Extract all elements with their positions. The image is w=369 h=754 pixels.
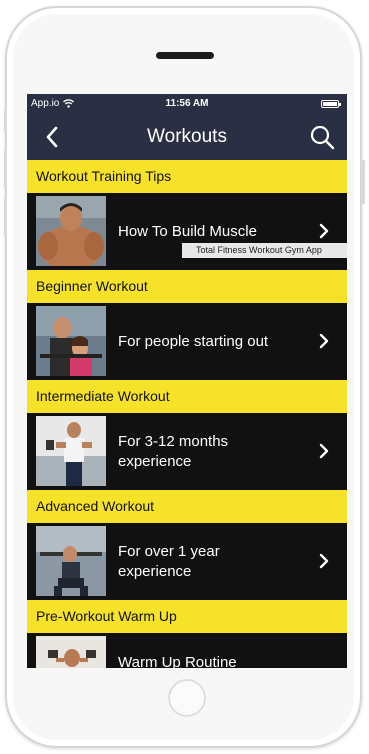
list-item-title: For 3-12 months experience [118,432,229,470]
thumbnail-image [36,306,106,376]
chevron-right-icon [319,553,329,569]
chevron-right-icon [319,333,329,349]
list-item-advanced[interactable]: For over 1 year experience [27,523,347,600]
chevron-right-icon [319,443,329,459]
volume-up-button [4,150,7,188]
power-button [362,160,365,204]
nav-bar: Workouts [27,114,347,160]
list-item-title: How To Build Muscle [118,222,257,240]
section-header-warm-up: Pre-Workout Warm Up [27,600,347,633]
thumbnail-image [36,526,106,596]
app-screen: App.io 11:56 AM Workouts Workout Trainin… [27,94,347,668]
section-header-beginner: Beginner Workout [27,270,347,303]
chevron-right-icon [319,223,329,239]
thumbnail-image [36,416,106,486]
status-bar: App.io 11:56 AM [27,94,347,114]
mute-switch [4,110,7,132]
page-title: Workouts [147,126,227,147]
list-item-title: For over 1 year experience [118,542,220,580]
list-item-title: Warm Up Routine [118,654,237,668]
chevron-left-icon[interactable] [41,123,65,151]
thumbnail-image [36,196,106,266]
section-header-advanced: Advanced Workout [27,490,347,523]
list-item-intermediate[interactable]: For 3-12 months experience [27,413,347,490]
thumbnail-image [36,636,106,668]
section-header-intermediate: Intermediate Workout [27,380,347,413]
home-button[interactable] [168,679,206,717]
list-item-beginner[interactable]: For people starting out [27,303,347,380]
list-item-warm-up[interactable]: Warm Up Routine [27,633,347,668]
list-item-build-muscle[interactable]: How To Build Muscle Total Fitness Workou… [27,193,347,270]
earpiece-speaker [156,52,214,59]
status-time: 11:56 AM [165,98,209,109]
marquee-banner: Total Fitness Workout Gym App [182,243,347,258]
volume-down-button [4,198,7,236]
search-icon[interactable] [309,124,335,150]
list-item-title: For people starting out [118,332,269,350]
section-header-training-tips: Workout Training Tips [27,160,347,193]
battery-icon [321,100,341,108]
